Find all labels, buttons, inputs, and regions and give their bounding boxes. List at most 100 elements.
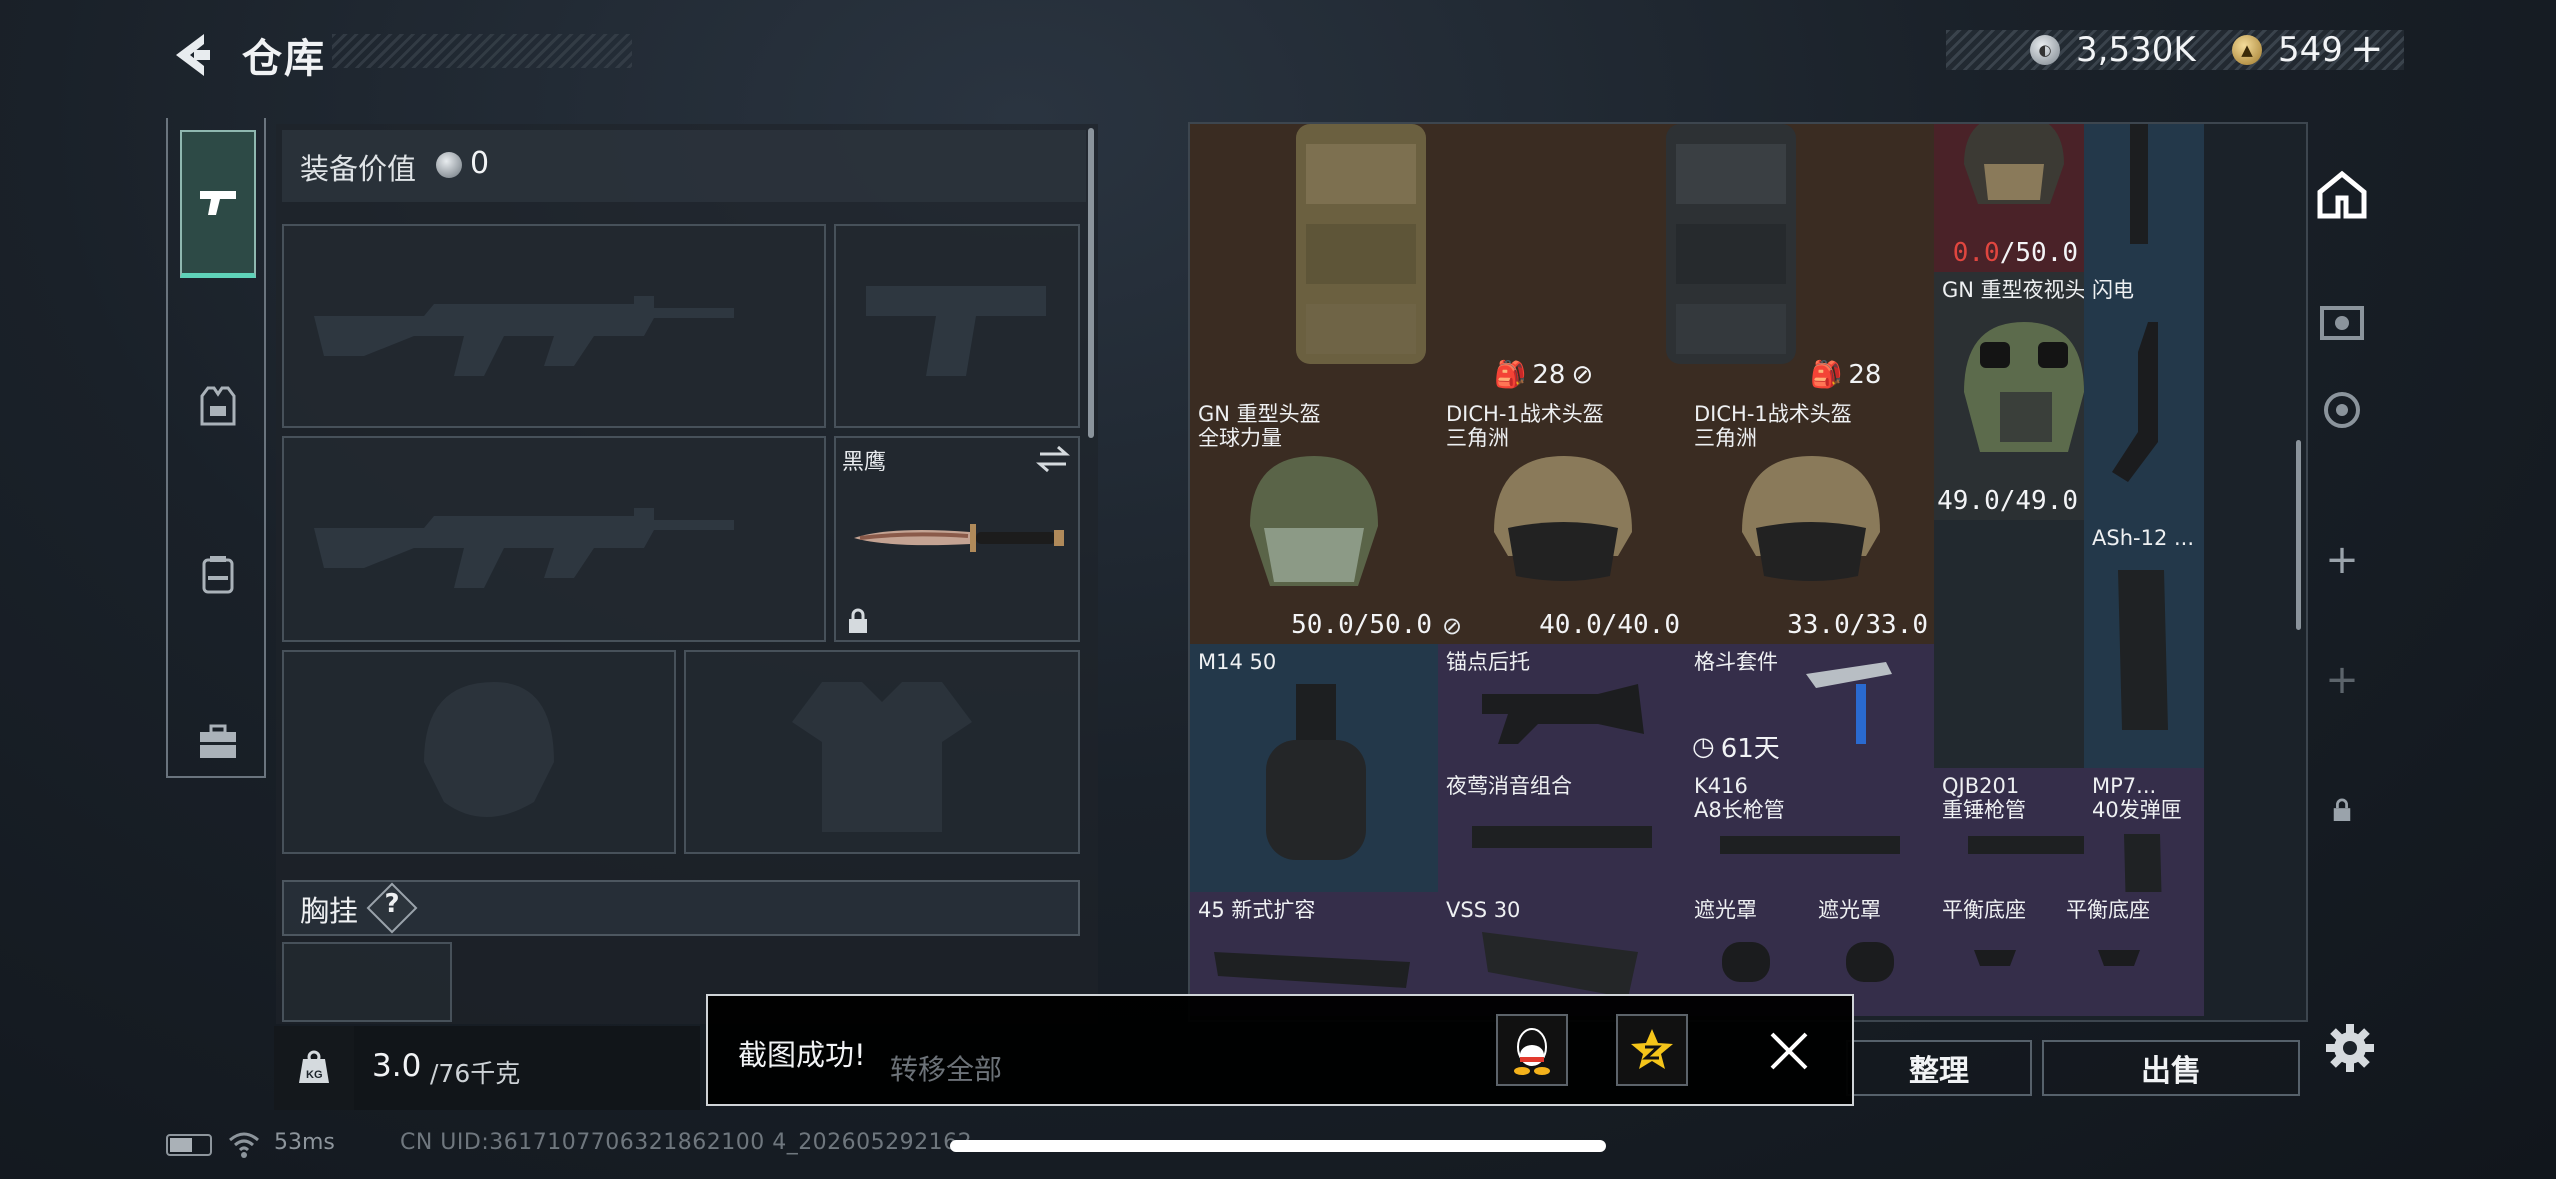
inventory-item[interactable]: 平衡底座 [1934, 892, 2058, 1016]
item-name: 平衡底座 [2066, 898, 2150, 922]
inventory-item[interactable]: DICH-1战术头盔 三角洲 40.0/40.0 ⊘ [1438, 396, 1686, 644]
durability-label: 40.0/40.0 [1539, 610, 1680, 640]
item-name: 闪电 [2092, 278, 2134, 302]
knife-icon [854, 524, 1064, 552]
inventory-item[interactable]: GN 重型夜视头盔 49.0/49.0 [1934, 272, 2084, 520]
share-qq-button[interactable] [1496, 1014, 1568, 1086]
magazine-item-icon [1214, 952, 1410, 988]
barrel-item-icon [2130, 124, 2148, 244]
inventory-item[interactable]: M14 50 [1190, 644, 1438, 892]
inventory-item[interactable]: 0.0/50.0 [1934, 124, 2084, 272]
inventory-item[interactable]: GN 重型头盔 全球力量 50.0/50.0 [1190, 396, 1438, 644]
battery-level [170, 1138, 192, 1152]
tab-backpack[interactable] [180, 500, 256, 648]
item-name: 锚点后托 [1446, 650, 1530, 674]
scope-icon [2324, 392, 2360, 428]
backpack-item-icon [1666, 124, 1796, 364]
drum-magazine-icon [1266, 684, 1366, 860]
primary-weapon-slot[interactable] [282, 224, 826, 428]
nvg-helmet-icon [1964, 322, 2084, 452]
title-decoration [332, 34, 632, 68]
pistol-icon [200, 190, 236, 215]
melee-weapon-name: 黑鹰 [842, 450, 887, 475]
storage-category-rail: + + [2300, 122, 2380, 1022]
rail-mount-icon [2112, 322, 2158, 482]
tidy-button[interactable]: 整理 [1846, 1040, 2032, 1096]
close-icon[interactable] [1766, 1028, 1812, 1074]
add-storage-button[interactable]: + [2314, 532, 2370, 588]
storage-tab-gear[interactable] [2314, 292, 2370, 348]
item-name: 45 新式扩容 [1198, 898, 1316, 922]
transfer-all-button[interactable]: 转移全部 [890, 1048, 1002, 1088]
suppressor-item-icon [1472, 826, 1652, 848]
rifle-silhouette-icon [314, 508, 734, 588]
secondary-weapon-slot[interactable] [282, 436, 826, 642]
item-name: 遮光罩 [1694, 898, 1757, 922]
equip-value-label: 装备价值 [300, 152, 417, 186]
back-button[interactable] [168, 30, 212, 80]
magazine-item-icon [1482, 932, 1638, 998]
storage-tab-attachments[interactable] [2314, 382, 2370, 438]
backpack-small-icon: 🎒 [1494, 360, 1527, 390]
inventory-item[interactable]: 锚点后托 [1438, 644, 1686, 768]
empty-cell[interactable] [1934, 644, 2084, 768]
clock-icon: ◷ [1692, 731, 1715, 762]
inventory-item[interactable]: DICH-1战术头盔 三角洲 33.0/33.0 [1686, 396, 1934, 644]
armor-silhouette-icon [792, 682, 972, 832]
gold-coin-value: 549 [2278, 30, 2343, 70]
item-name: GN 重型夜视头盔 [1942, 278, 2084, 302]
storage-scrollbar[interactable] [2296, 440, 2301, 630]
stack-count: 🎒 28 ⊘ [1494, 360, 1594, 390]
chest-rig-slot[interactable] [282, 942, 452, 1022]
share-qzone-button[interactable] [1616, 1014, 1688, 1086]
back-arrow-icon [176, 34, 210, 76]
backpack-item-icon [1296, 124, 1426, 364]
help-icon-glyph: ? [384, 889, 400, 919]
inventory-item[interactable]: K416 A8长枪管 [1686, 768, 1934, 892]
inventory-item[interactable]: 夜莺消音组合 [1438, 768, 1686, 892]
armor-slot[interactable] [684, 650, 1080, 854]
add-storage-button[interactable]: + [2314, 652, 2370, 708]
item-name: QJB201 重锤枪管 [1942, 774, 2026, 822]
category-rail [166, 118, 266, 778]
storage-tab-all[interactable] [2314, 166, 2370, 222]
ping-readout: 53ms [274, 1130, 335, 1155]
durability-label: 0.0/50.0 [1952, 238, 2078, 268]
home-indicator[interactable] [950, 1140, 1606, 1152]
lens-hood-icon [1722, 942, 1770, 982]
stack-count: 🎒 28 [1810, 360, 1882, 390]
qq-icon [1514, 1028, 1550, 1075]
tab-armor[interactable] [180, 332, 256, 480]
inventory-item[interactable]: 平衡底座 [2058, 892, 2182, 1016]
lock-icon[interactable] [2314, 782, 2370, 838]
sidearm-slot[interactable] [834, 224, 1080, 428]
add-currency-button[interactable]: + [2350, 26, 2384, 72]
pistol-silhouette-icon [866, 286, 1046, 376]
no-trade-icon: ⊘ [1571, 360, 1594, 390]
inventory-item[interactable]: 格斗套件 ◷ 61天 [1686, 644, 1934, 768]
tab-case[interactable] [180, 668, 256, 816]
tab-weapons[interactable] [180, 130, 256, 278]
settings-button[interactable] [2320, 1018, 2380, 1078]
helmet-slot[interactable] [282, 650, 676, 854]
lock-icon [846, 608, 870, 634]
gear-icon [2326, 1024, 2374, 1072]
barrel-item-icon [1720, 836, 1900, 854]
inventory-item[interactable]: ASh-12 ... [2084, 520, 2204, 768]
swap-icon[interactable] [1036, 444, 1070, 474]
inventory-item[interactable] [2084, 124, 2204, 272]
inventory-item[interactable]: 🎒 28 [1636, 124, 1934, 396]
mount-item-icon [1974, 950, 2016, 966]
item-name: 平衡底座 [1942, 898, 2026, 922]
panel-scrollbar[interactable] [1088, 128, 1094, 438]
sell-button[interactable]: 出售 [2042, 1040, 2300, 1096]
qzone-star-icon [1631, 1029, 1673, 1069]
item-name: 遮光罩 [1818, 898, 1881, 922]
helmet-item-icon [1494, 456, 1632, 581]
inventory-item[interactable]: 闪电 [2084, 272, 2204, 520]
inventory-item[interactable]: 🎒 28 ⊘ [1190, 124, 1636, 396]
stock-item-icon [1482, 684, 1644, 744]
rifle-silhouette-icon [314, 296, 734, 376]
storage-grid[interactable]: 🎒 28 ⊘ 🎒 28 0.0/50.0 GN 重型夜视头盔 GN 重型夜视头盔 [1188, 122, 2308, 1022]
item-name: ASh-12 ... [2092, 526, 2195, 550]
